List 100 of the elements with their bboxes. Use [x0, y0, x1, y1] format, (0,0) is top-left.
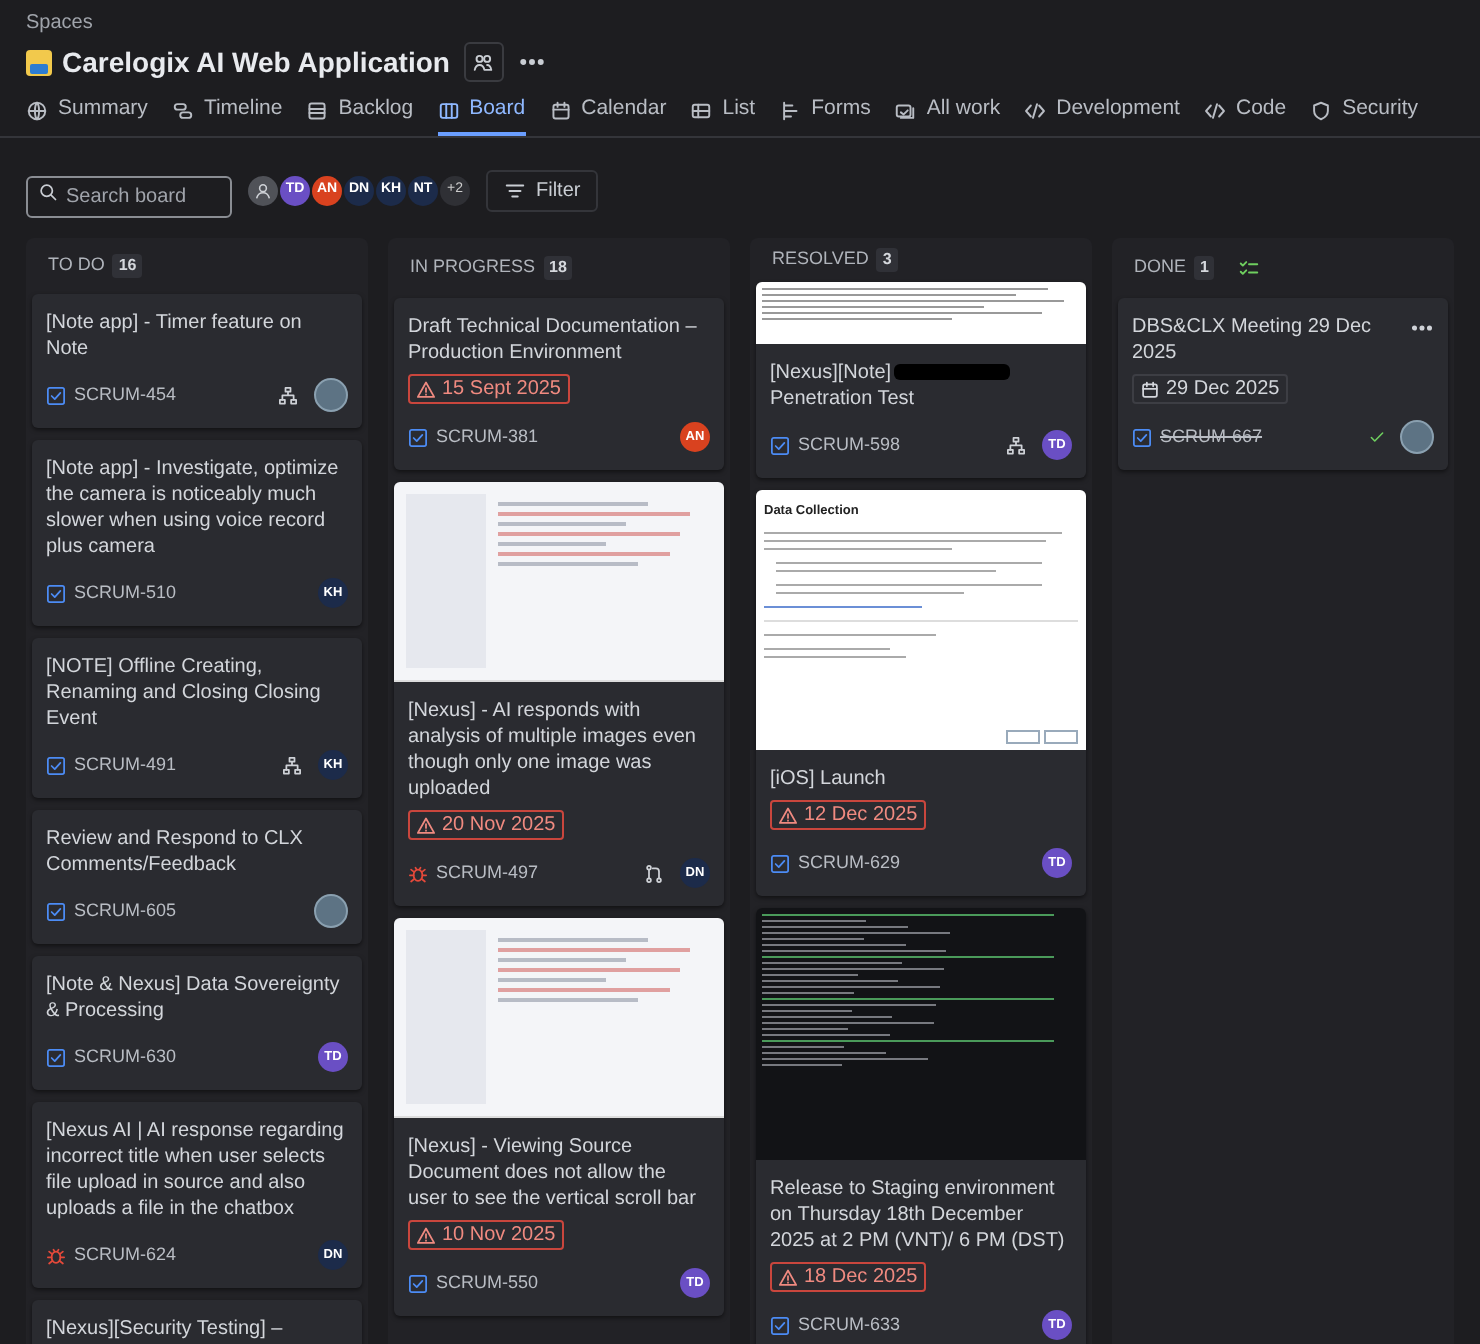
- calendar-icon: [549, 99, 572, 121]
- project-logo-icon: [26, 49, 52, 75]
- code-icon: [1203, 99, 1226, 121]
- checkbox-icon: [770, 853, 790, 873]
- issue-card[interactable]: [Note app] - Timer feature on Note SCRUM-454: [32, 294, 362, 428]
- person-icon: [254, 182, 272, 200]
- issue-key[interactable]: SCRUM-550: [436, 1269, 539, 1297]
- forms-icon: [779, 99, 802, 121]
- tab[interactable]: Calendar: [549, 90, 667, 136]
- people-button[interactable]: [463, 42, 504, 82]
- due-date: 20 Nov 2025: [408, 810, 564, 840]
- due-date: 15 Sept 2025: [408, 374, 569, 404]
- filter-icon: [504, 180, 526, 202]
- warning-icon: [416, 379, 436, 399]
- column-title: RESOLVED: [772, 246, 869, 273]
- timeline-icon: [171, 99, 194, 121]
- column-title: TO DO: [48, 252, 105, 279]
- issue-key[interactable]: SCRUM-491: [74, 751, 177, 779]
- due-date: 29 Dec 2025: [1132, 374, 1288, 404]
- issue-count: 18: [543, 256, 573, 280]
- card-title: Draft Technical Documentation – Production Environment: [408, 316, 697, 364]
- card-title: DBS&CLX Meeting 29 Dec 2025: [1132, 316, 1372, 364]
- work-icon: [894, 99, 917, 121]
- bug-icon: [408, 863, 428, 883]
- tab[interactable]: Code: [1203, 90, 1287, 136]
- tab[interactable]: Summary: [26, 90, 148, 136]
- checkbox-icon: [46, 901, 66, 921]
- tab[interactable]: Forms: [779, 90, 871, 136]
- issue-key[interactable]: SCRUM-633: [798, 1311, 901, 1339]
- warning-icon: [416, 815, 436, 835]
- issue-key[interactable]: SCRUM-510: [74, 579, 177, 607]
- card-title: [Note & Nexus] Data Sovereignty & Processing: [46, 974, 340, 1022]
- dialog-button: [1044, 730, 1078, 744]
- checkbox-icon: [408, 1273, 428, 1293]
- card-title: Release to Staging environment on Thursday 18th December 2025 at 2 PM (VNT)/ 6 PM (DST): [770, 1178, 1065, 1252]
- card-title: [iOS] Launch: [770, 768, 886, 790]
- avatar-photo-placeholder: [1400, 420, 1434, 454]
- card-title: [Nexus AI | AI response regarding incorrect title when user selects file upload in source and also uploads a file in the chatbox: [46, 1120, 344, 1220]
- issue-key[interactable]: SCRUM-497: [436, 859, 539, 887]
- checkbox-icon: [1132, 427, 1152, 447]
- checkbox-icon: [46, 385, 66, 405]
- issue-key[interactable]: SCRUM-629: [798, 849, 901, 877]
- due-date: 10 Nov 2025: [408, 1220, 564, 1250]
- issue-count: 3: [876, 248, 898, 272]
- card-title: [Nexus] - AI responds with analysis of multiple images even though only one image was uploaded: [408, 700, 696, 800]
- checkbox-icon: [770, 1315, 790, 1335]
- tab[interactable]: Development: [1024, 90, 1180, 136]
- warning-icon: [778, 805, 798, 825]
- backlog-icon: [306, 99, 329, 121]
- issue-key[interactable]: SCRUM-381: [436, 423, 539, 451]
- board-icon: [437, 99, 460, 121]
- issue-card[interactable]: DBS&CLX Meeting 29 Dec 2025 29 Dec 2025 SCRUM-667: [1118, 298, 1448, 470]
- bug-icon: [46, 1245, 66, 1265]
- issue-key[interactable]: SCRUM-624: [74, 1241, 177, 1269]
- shield-icon: [1310, 99, 1333, 121]
- issue-card[interactable]: Review and Respond to CLX Comments/Feedback SCRUM-605: [32, 810, 362, 944]
- person-avatar-icon[interactable]: [248, 176, 278, 206]
- column-title: DONE: [1134, 254, 1187, 281]
- tab[interactable]: Board: [437, 90, 526, 136]
- breadcrumb[interactable]: Spaces: [26, 12, 1454, 36]
- due-date: 12 Dec 2025: [770, 800, 926, 830]
- tab[interactable]: List: [690, 90, 756, 136]
- card-title: [Nexus][Security Testing] –: [46, 1318, 283, 1340]
- calendar-icon: [1140, 379, 1160, 399]
- checkbox-icon: [46, 1047, 66, 1067]
- column-title: IN PROGRESS: [410, 254, 536, 281]
- avatar-photo-placeholder: [314, 894, 348, 928]
- checkbox-icon: [770, 435, 790, 455]
- card-title: [Note app] - Investigate, optimize the camera is noticeably much slower when using voice record plus camera: [46, 458, 339, 558]
- people-icon: [472, 51, 495, 73]
- issue-key[interactable]: SCRUM-667: [1160, 423, 1263, 451]
- card-title: Review and Respond to CLX Comments/Feedback: [46, 828, 303, 876]
- tab[interactable]: Backlog: [306, 90, 414, 136]
- checkbox-icon: [46, 583, 66, 603]
- issue-key[interactable]: SCRUM-630: [74, 1043, 177, 1071]
- warning-icon: [416, 1225, 436, 1245]
- issue-key[interactable]: SCRUM-598: [798, 431, 901, 459]
- filter-button[interactable]: Filter: [486, 170, 599, 212]
- issue-key[interactable]: SCRUM-605: [74, 897, 177, 925]
- card-title: [Nexus] - Viewing Source Document does not allow the user to see the vertical scroll bar: [408, 1136, 696, 1210]
- avatar-photo-placeholder: [314, 378, 348, 412]
- dialog-button: [1006, 730, 1040, 744]
- project-title: Carelogix AI Web Application: [62, 44, 450, 80]
- issue-key[interactable]: SCRUM-454: [74, 381, 177, 409]
- tab[interactable]: Timeline: [171, 90, 283, 136]
- tab[interactable]: Security: [1310, 90, 1419, 136]
- search-field[interactable]: Search board: [26, 176, 232, 218]
- checkbox-icon: [46, 755, 66, 775]
- checkbox-icon: [408, 427, 428, 447]
- code-icon: [1024, 99, 1047, 121]
- issue-count: 16: [112, 254, 143, 278]
- tab[interactable]: All work: [894, 90, 1001, 136]
- card-title: [Nexus][Note]: [770, 362, 892, 384]
- issue-count: 1: [1194, 256, 1215, 280]
- list-icon: [690, 99, 713, 121]
- issue-card[interactable]: [Nexus][Security Testing] –: [32, 1300, 362, 1344]
- search-icon: [38, 181, 58, 201]
- card-title: Penetration Test: [770, 388, 915, 410]
- warning-icon: [778, 1267, 798, 1287]
- globe-icon: [26, 99, 48, 121]
